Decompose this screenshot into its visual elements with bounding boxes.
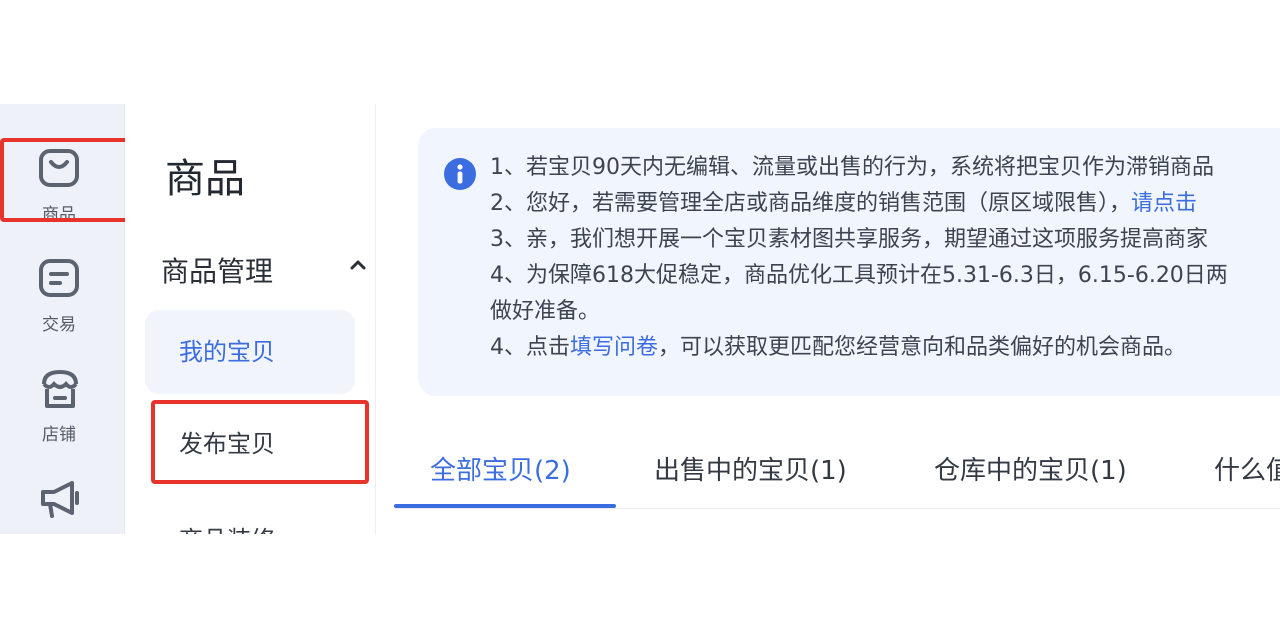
notice-line-text: 2、您好，若需要管理全店或商品维度的销售范围（原区域限售），	[490, 191, 1131, 216]
store-icon	[42, 369, 78, 408]
notice-line: 4、点击填写问卷，可以获取更匹配您经营意向和品类偏好的机会商品。	[490, 330, 1280, 366]
info-icon	[444, 158, 476, 190]
megaphone-icon	[41, 481, 79, 518]
rail-item-label: 营销	[0, 530, 118, 534]
notice-line-text: ，可以获取更匹配您经营意向和品类偏好的机会商品。	[658, 335, 1187, 360]
chevron-up-icon	[350, 260, 366, 270]
tab-on-sale[interactable]: 出售中的宝贝(1)	[654, 450, 847, 487]
notice-line: 1、若宝贝90天内无编辑、流量或出售的行为，系统将把宝贝作为滞销商品	[490, 155, 1214, 180]
rail-item-store[interactable]: 店铺	[0, 324, 118, 445]
icon-rail: 商品 交易 店铺 营销	[0, 104, 133, 534]
rail-item-marketing[interactable]: 营销	[0, 434, 118, 534]
page-title: 商品	[165, 156, 245, 202]
notice-line: 4、为保障618大促稳定，商品优化工具预计在5.31-6.3日，6.15-6.2…	[490, 263, 1228, 288]
notice-text: 1、若宝贝90天内无编辑、流量或出售的行为，系统将把宝贝作为滞销商品 2、您好，…	[490, 150, 1280, 366]
rail-item-trade[interactable]: 交易	[0, 214, 118, 335]
notice-panel: 1、若宝贝90天内无编辑、流量或出售的行为，系统将把宝贝作为滞销商品 2、您好，…	[418, 128, 1280, 396]
notice-link-survey[interactable]: 填写问卷	[570, 335, 658, 360]
nav-item-my-items[interactable]: 我的宝贝	[145, 310, 355, 394]
nav-item-publish-item[interactable]: 发布宝贝	[145, 402, 355, 486]
bag-icon	[39, 149, 79, 187]
notice-link-click-here[interactable]: 请点击	[1131, 191, 1197, 216]
tab-more[interactable]: 什么值	[1214, 450, 1280, 487]
nav-item-item-decoration[interactable]: 商品装修	[145, 498, 355, 534]
active-tab-indicator	[394, 504, 616, 508]
notice-line: 2、您好，若需要管理全店或商品维度的销售范围（原区域限售），请点击	[490, 186, 1280, 222]
tab-in-warehouse[interactable]: 仓库中的宝贝(1)	[934, 450, 1127, 487]
section-goods-management[interactable]: 商品管理	[161, 250, 366, 288]
notice-line: 3、亲，我们想开展一个宝贝素材图共享服务，期望通过这项服务提高商家	[490, 227, 1208, 252]
section-label: 商品管理	[161, 255, 274, 288]
rail-item-goods[interactable]: 商品	[0, 104, 118, 225]
notice-line: 做好准备。	[490, 299, 601, 324]
tab-all-items[interactable]: 全部宝贝(2)	[430, 450, 571, 487]
main-content: 1、若宝贝90天内无编辑、流量或出售的行为，系统将把宝贝作为滞销商品 2、您好，…	[376, 104, 1280, 534]
notice-line-text: 4、点击	[490, 335, 570, 360]
item-tabs: 全部宝贝(2) 出售中的宝贝(1) 仓库中的宝贝(1) 什么值	[394, 422, 1280, 509]
secondary-nav: 商品 商品管理 我的宝贝 发布宝贝 商品装修	[125, 104, 376, 534]
app-screen: 商品 交易 店铺 营销	[0, 104, 1280, 534]
document-icon	[39, 259, 79, 297]
